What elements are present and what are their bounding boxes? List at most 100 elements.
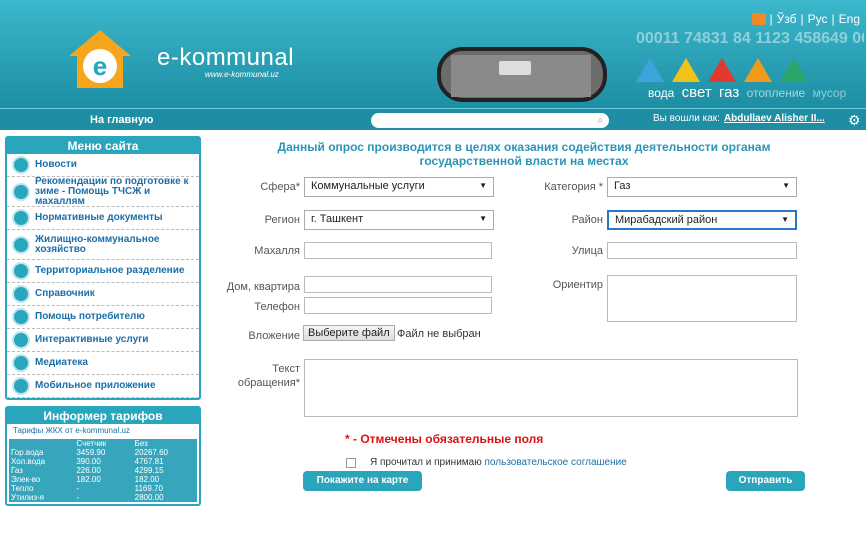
agree-prefix: Я прочитал и принимаю xyxy=(370,457,482,468)
trash-word: мусор xyxy=(812,86,847,100)
lang-en-link[interactable]: Eng xyxy=(839,12,860,26)
category-select[interactable]: Газ ▼ xyxy=(607,177,797,197)
table-cell: 4767.81 xyxy=(132,457,197,466)
choose-file-button[interactable]: Выберите файл xyxy=(303,325,395,341)
street-label: Улица xyxy=(571,245,603,257)
table-cell: - xyxy=(74,493,133,502)
sphere-select[interactable]: Коммунальные услуги ▼ xyxy=(304,177,494,197)
phone-field[interactable] xyxy=(304,297,492,314)
sphere-label: Сфера* xyxy=(260,181,300,193)
water-word: вода xyxy=(648,86,675,100)
agree-checkbox[interactable] xyxy=(346,458,356,468)
informer-caption: Тарифы ЖКХ от e-kommunal.uz xyxy=(13,426,130,435)
sidebar-item-help[interactable]: Помощь потребителю xyxy=(7,306,199,329)
message-textarea[interactable] xyxy=(304,359,798,417)
sidebar-item-label: Мобильное приложение xyxy=(35,380,156,391)
house-icon xyxy=(12,235,30,254)
user-link[interactable]: Abdullaev Alisher II... xyxy=(724,113,825,124)
sidebar-item-territory[interactable]: Территориальное разделение xyxy=(7,260,199,283)
table-cell: Газ xyxy=(9,466,75,475)
sidebar: Меню сайта Новости Рекомендации по подго… xyxy=(5,136,201,534)
category-label: Категория * xyxy=(544,181,603,193)
water-icon[interactable] xyxy=(636,58,664,82)
sidebar-item-news[interactable]: Новости xyxy=(7,154,199,177)
sidebar-item-housing[interactable]: Жилищно-коммунальное хозяйство xyxy=(7,230,199,260)
login-prefix: Вы вошли как: xyxy=(653,113,720,124)
gear-icon[interactable]: ⚙ xyxy=(848,112,861,129)
sidebar-item-docs[interactable]: Нормативные документы xyxy=(7,207,199,230)
agreement-link[interactable]: пользовательское соглашение xyxy=(485,457,627,468)
login-status: Вы вошли как: Abdullaev Alisher II... xyxy=(653,113,825,124)
header-numbers: 00011 74831 84 1123 458649 00011 4891 74… xyxy=(636,30,864,47)
search-input[interactable]: ⌕ xyxy=(371,113,609,128)
chevron-down-icon: ▼ xyxy=(479,181,487,190)
region-select[interactable]: г. Ташкент ▼ xyxy=(304,210,494,230)
category-value: Газ xyxy=(614,180,631,192)
sidebar-item-label: Жилищно-коммунальное хозяйство xyxy=(35,233,160,255)
gas-icon[interactable] xyxy=(708,58,736,82)
table-cell: Тепло xyxy=(9,484,75,493)
chevron-down-icon: ▼ xyxy=(479,214,487,223)
sidebar-item-label: Рекомендации по подготовке к зиме - Помо… xyxy=(35,175,189,207)
heating-word: отопление xyxy=(746,86,806,100)
rss-icon[interactable] xyxy=(751,13,766,25)
table-row: Газ 226.00 4299.15 xyxy=(9,466,197,475)
house-field[interactable] xyxy=(304,276,492,293)
house-label: Дом, квартира xyxy=(226,281,300,293)
table-cell: 20267.60 xyxy=(132,448,197,457)
logo-text[interactable]: e-kommunal xyxy=(157,44,294,72)
home-link[interactable]: На главную xyxy=(90,114,153,126)
sidebar-item-interactive[interactable]: Интерактивные услуги xyxy=(7,329,199,352)
district-label: Район xyxy=(571,214,603,226)
sidebar-item-mobile[interactable]: Мобильное приложение xyxy=(7,375,199,398)
chevron-down-icon: ▼ xyxy=(782,181,790,190)
district-select[interactable]: Мирабадский район ▼ xyxy=(607,210,797,230)
monitor-banner xyxy=(437,47,607,102)
utility-words: вода свет газ отопление мусор xyxy=(648,84,850,101)
sidebar-item-winter[interactable]: Рекомендации по подготовке к зиме - Помо… xyxy=(7,175,199,207)
region-label: Регион xyxy=(264,214,300,226)
interactive-icon xyxy=(12,331,30,349)
table-cell: 182.00 xyxy=(74,475,133,484)
submit-button[interactable]: Отправить xyxy=(726,471,805,491)
mahalla-field[interactable] xyxy=(304,242,492,259)
search-icon[interactable]: ⌕ xyxy=(597,115,603,126)
sidebar-item-reference[interactable]: Справочник xyxy=(7,283,199,306)
table-cell: Гор.вода xyxy=(9,448,75,457)
appeal-form: Данный опрос производится в целях оказан… xyxy=(212,136,862,168)
district-value: Мирабадский район xyxy=(615,214,718,226)
table-header xyxy=(9,439,75,448)
show-on-map-button[interactable]: Покажите на карте xyxy=(303,471,422,491)
sidebar-item-media[interactable]: Медиатека xyxy=(7,352,199,375)
table-cell: 182.00 xyxy=(132,475,197,484)
chevron-down-icon: ▼ xyxy=(781,215,789,224)
lang-uz-link[interactable]: Ўзб xyxy=(777,12,797,26)
sidebar-item-label: Справочник xyxy=(35,288,95,299)
gas-word: газ xyxy=(719,84,740,101)
informer-title: Информер тарифов xyxy=(7,408,199,424)
table-cell: 1169.70 xyxy=(132,484,197,493)
help-icon xyxy=(12,308,30,326)
sidebar-item-label: Территориальное разделение xyxy=(35,265,185,276)
utility-icons xyxy=(636,58,808,82)
street-field[interactable] xyxy=(607,242,797,259)
logo-icon[interactable]: e xyxy=(67,28,133,90)
light-word: свет xyxy=(681,84,712,101)
site-menu: Меню сайта Новости Рекомендации по подго… xyxy=(5,136,201,400)
table-cell: 4299.15 xyxy=(132,466,197,475)
table-cell: 2800.00 xyxy=(132,493,197,502)
language-bar: | Ўзб | Рус | Eng xyxy=(751,12,860,26)
trash-icon[interactable] xyxy=(780,58,808,82)
sidebar-item-label: Медиатека xyxy=(35,357,88,368)
attach-label: Вложение xyxy=(248,330,300,342)
table-cell: Хол.вода xyxy=(9,457,75,466)
info-icon xyxy=(12,285,30,303)
lang-ru-link[interactable]: Рус xyxy=(808,12,828,26)
heating-icon[interactable] xyxy=(744,58,772,82)
landmark-field[interactable] xyxy=(607,275,797,322)
light-icon[interactable] xyxy=(672,58,700,82)
table-cell: 3459.90 xyxy=(74,448,133,457)
svg-text:e: e xyxy=(93,51,107,81)
table-header-row: Счетчик Без xyxy=(9,439,197,448)
book-icon xyxy=(12,182,30,201)
